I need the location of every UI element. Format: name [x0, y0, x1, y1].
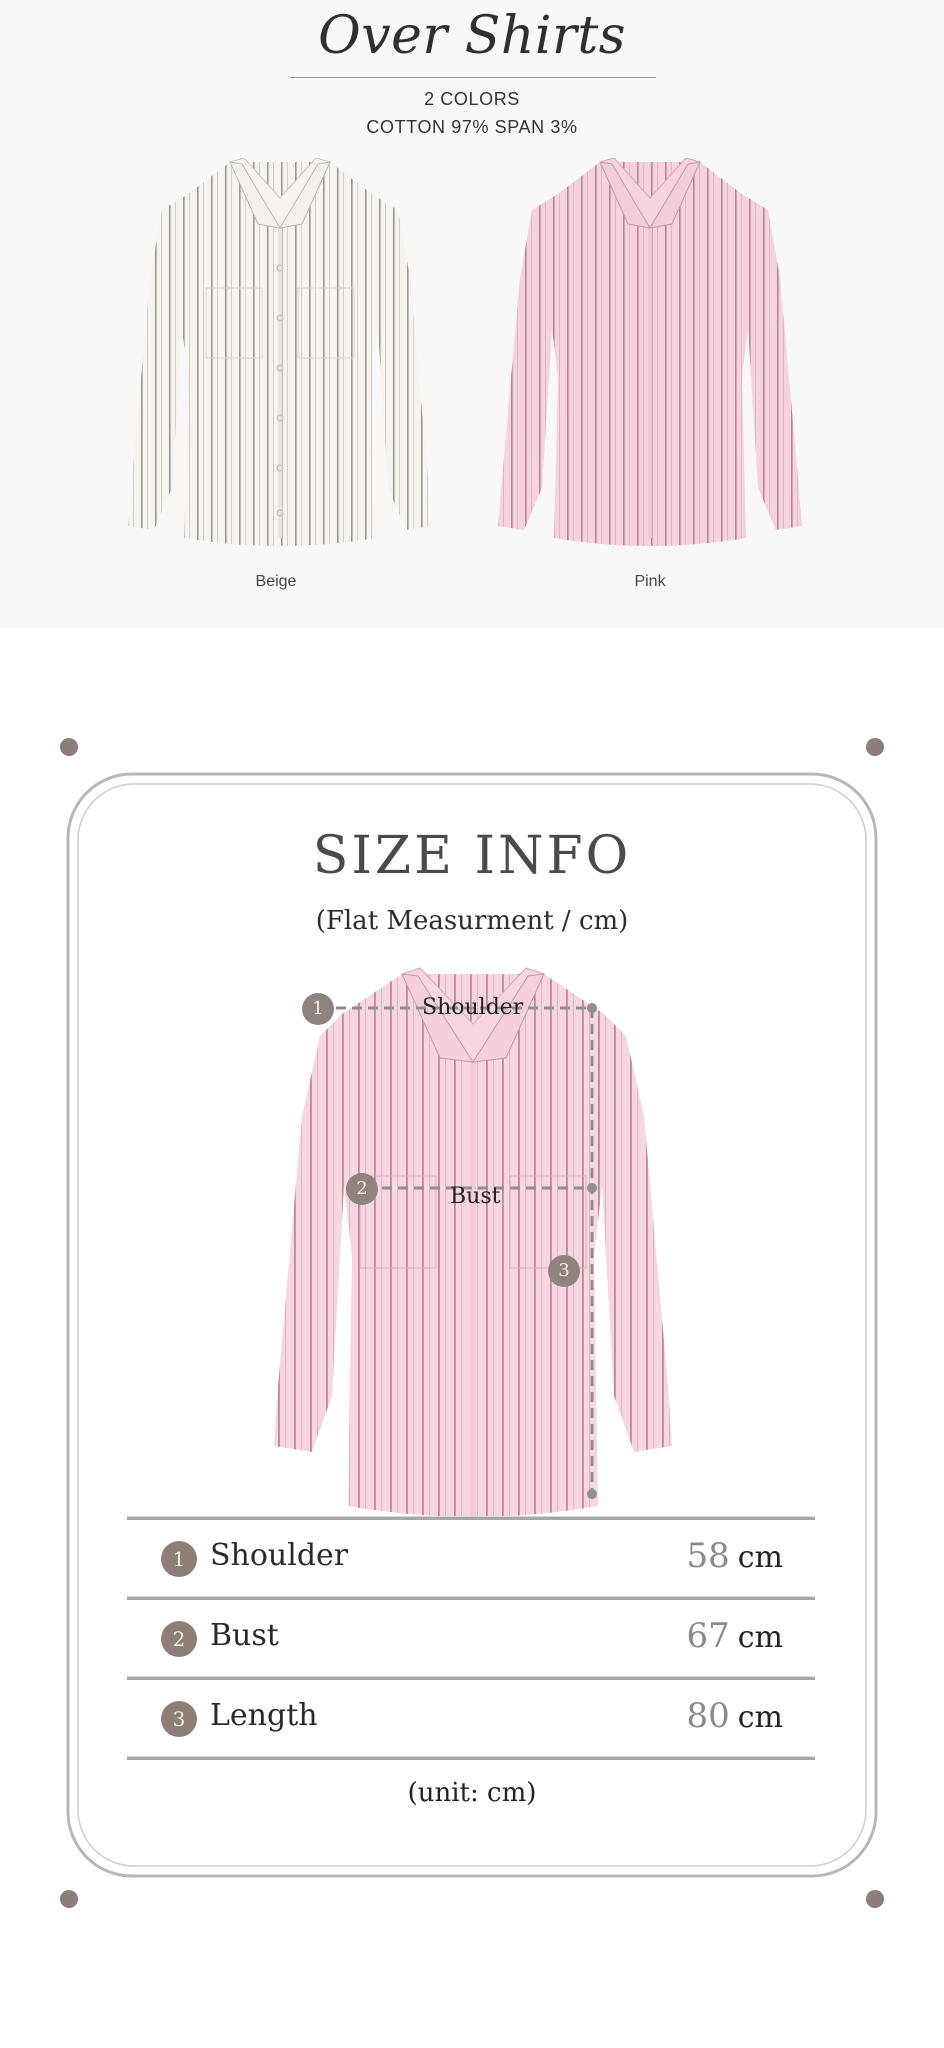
- colors-count-text: 2 COLORS: [424, 89, 520, 109]
- table-row: 2 Bust 67 cm: [127, 1600, 815, 1676]
- diagram-label-bust: Bust: [450, 1184, 501, 1209]
- diagram-label-shoulder: Shoulder: [422, 995, 524, 1020]
- row-number-badge: 1: [161, 1541, 197, 1577]
- measurement-diagram: [274, 967, 672, 1517]
- title-divider: [290, 77, 656, 78]
- diagram-badge-length: 3: [548, 1255, 580, 1287]
- row-number-badge: 2: [161, 1621, 197, 1657]
- table-row: 1 Shoulder 58 cm: [127, 1520, 815, 1596]
- row-number-badge: 3: [161, 1701, 197, 1737]
- unit-note: (unit: cm): [407, 1778, 537, 1808]
- measurement-value: 80 cm: [686, 1696, 783, 1736]
- pink-shirt-image: [498, 158, 802, 546]
- measurement-value: 58 cm: [686, 1536, 783, 1576]
- size-info-section: SIZE INFO (Flat Measurment / cm) 1 Shoul…: [0, 628, 944, 2048]
- size-info-title: SIZE INFO: [312, 826, 632, 886]
- table-row: 3 Length 80 cm: [127, 1680, 815, 1756]
- measurement-value: 67 cm: [686, 1616, 783, 1656]
- variant-label-pink: Pink: [634, 573, 666, 590]
- diagram-badge-bust: 2: [346, 1173, 378, 1205]
- diagram-badge-shoulder: 1: [302, 993, 334, 1025]
- table-rule: [127, 1756, 815, 1760]
- fabric-composition-text: COTTON 97% SPAN 3%: [366, 117, 578, 137]
- measurement-name: Shoulder: [210, 1538, 349, 1573]
- product-title: Over Shirts: [318, 6, 626, 66]
- measurement-name: Length: [210, 1698, 318, 1733]
- size-table: 1 Shoulder 58 cm 2 Bust 67 cm 3 Length 80 c…: [127, 1516, 815, 1760]
- variant-label-beige: Beige: [255, 573, 297, 590]
- size-info-subtitle: (Flat Measurment / cm): [315, 906, 629, 936]
- beige-shirt-image: [128, 158, 432, 546]
- measurement-name: Bust: [210, 1618, 279, 1653]
- product-colors-section: Over Shirts 2 COLORS COTTON 97% SPAN 3%: [0, 0, 944, 628]
